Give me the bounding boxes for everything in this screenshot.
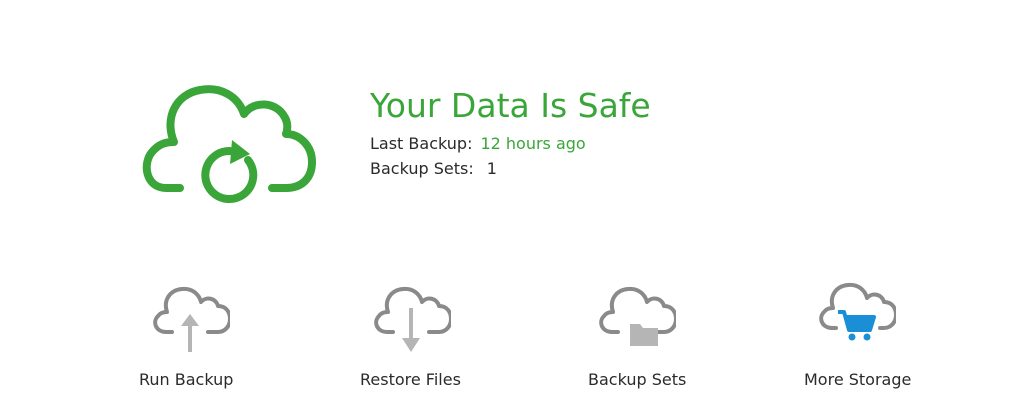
restore-files-button[interactable]: Restore Files: [359, 274, 519, 395]
backup-sets-row: Backup Sets: 1: [370, 159, 497, 179]
last-backup-label: Last Backup:: [370, 134, 473, 153]
run-backup-label: Run Backup: [139, 370, 234, 389]
cloud-upload-icon: [153, 286, 230, 352]
last-backup-row: Last Backup: 12 hours ago: [370, 134, 586, 154]
backup-sets-label: Backup Sets:: [370, 159, 474, 178]
restore-files-label: Restore Files: [360, 370, 461, 389]
run-backup-button[interactable]: Run Backup: [138, 274, 298, 395]
cloud-cart-icon: [819, 282, 896, 341]
last-backup-value: 12 hours ago: [480, 134, 586, 153]
backup-sets-button[interactable]: Backup Sets: [588, 274, 748, 395]
more-storage-label: More Storage: [804, 370, 912, 389]
backup-sets-label-text: Backup Sets: [588, 370, 687, 389]
backup-dashboard: Your Data Is Safe Last Backup: 12 hours a…: [0, 0, 1024, 395]
more-storage-button[interactable]: More Storage: [804, 274, 964, 395]
cloud-download-icon: [374, 286, 451, 352]
cloud-sync-icon: [142, 85, 316, 203]
status-title: Your Data Is Safe: [370, 86, 651, 125]
backup-sets-count: 1: [486, 159, 497, 178]
cloud-folder-icon: [599, 286, 676, 346]
